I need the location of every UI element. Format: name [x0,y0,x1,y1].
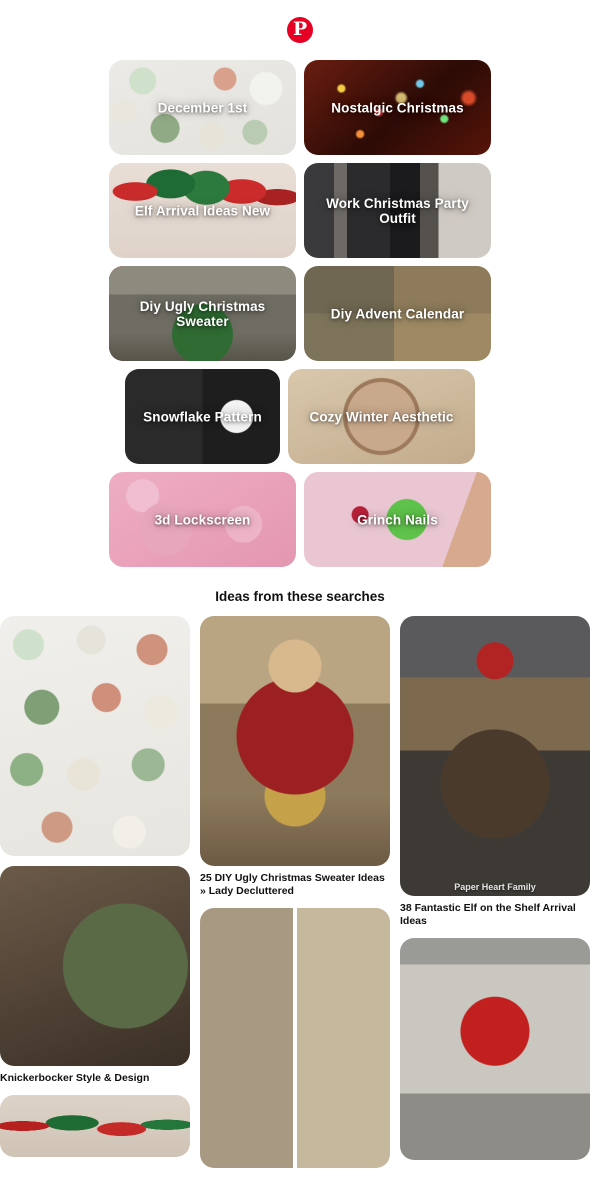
tile-label: December 1st [157,100,248,115]
pin-title: 38 Fantastic Elf on the Shelf Arrival Id… [400,902,576,928]
tile-label: Snowflake Pattern [143,409,262,424]
pinterest-logo-icon[interactable]: P [287,17,313,43]
tile-row: Snowflake Pattern Cozy Winter Aesthetic [109,369,491,464]
interest-tile[interactable]: Cozy Winter Aesthetic [288,369,475,464]
interest-tile[interactable]: Elf Arrival Ideas New [109,163,296,258]
pin-image[interactable] [200,616,390,866]
section-heading: Ideas from these searches [215,589,385,604]
pin-card[interactable] [400,938,590,1161]
tile-row: December 1st Nostalgic Christmas [109,60,491,155]
feed-column: 25 DIY Ugly Christmas Sweater Ideas » La… [200,616,390,1169]
pin-card[interactable]: 25 DIY Ugly Christmas Sweater Ideas » La… [200,616,390,898]
interest-tile[interactable]: Grinch Nails [304,472,491,567]
pin-image[interactable] [400,938,590,1161]
tile-row: Diy Ugly Christmas Sweater Diy Advent Cal… [109,266,491,361]
interest-tile[interactable]: Work Christmas Party Outfit [304,163,491,258]
tile-label: Cozy Winter Aesthetic [309,409,454,424]
pin-title: Knickerbocker Style & Design [0,1072,150,1084]
pin-card[interactable] [200,908,390,1169]
pin-card[interactable] [0,1095,190,1158]
tile-row: 3d Lockscreen Grinch Nails [109,472,491,567]
interest-tile-grid: December 1st Nostalgic Christmas Elf Arriv… [109,60,491,567]
interest-tile[interactable]: Nostalgic Christmas [304,60,491,155]
pin-image[interactable] [200,908,390,1169]
tile-label: Diy Ugly Christmas Sweater [139,298,266,329]
tile-label: 3d Lockscreen [154,512,251,527]
interest-tile[interactable]: Diy Ugly Christmas Sweater [109,266,296,361]
tile-label: Elf Arrival Ideas New [134,203,271,218]
pin-title: 25 DIY Ugly Christmas Sweater Ideas » La… [200,872,385,898]
pin-image[interactable]: Paper Heart Family [400,616,590,896]
pin-card[interactable]: Knickerbocker Style & Design [0,866,190,1085]
pin-image[interactable] [0,866,190,1066]
interest-tile[interactable]: December 1st [109,60,296,155]
pin-image[interactable] [0,1095,190,1158]
tile-label: Diy Advent Calendar [330,306,465,321]
app-header: P [0,0,600,60]
pin-card[interactable]: Paper Heart Family 38 Fantastic Elf on th… [400,616,590,928]
tile-label: Nostalgic Christmas [331,100,464,115]
pin-card[interactable] [0,616,190,856]
feed-column: Paper Heart Family 38 Fantastic Elf on th… [400,616,590,1168]
tile-label: Work Christmas Party Outfit [326,195,469,226]
interest-tile[interactable]: 3d Lockscreen [109,472,296,567]
feed-column: Knickerbocker Style & Design [0,616,190,1168]
pin-image[interactable] [0,616,190,856]
pin-feed: Knickerbocker Style & Design 25 DIY Ugly … [0,616,600,1169]
tile-label: Grinch Nails [357,512,438,527]
tile-row: Elf Arrival Ideas New Work Christmas Part… [109,163,491,258]
interest-tile[interactable]: Diy Advent Calendar [304,266,491,361]
pin-watermark: Paper Heart Family [454,882,536,892]
interest-tile[interactable]: Snowflake Pattern [125,369,280,464]
